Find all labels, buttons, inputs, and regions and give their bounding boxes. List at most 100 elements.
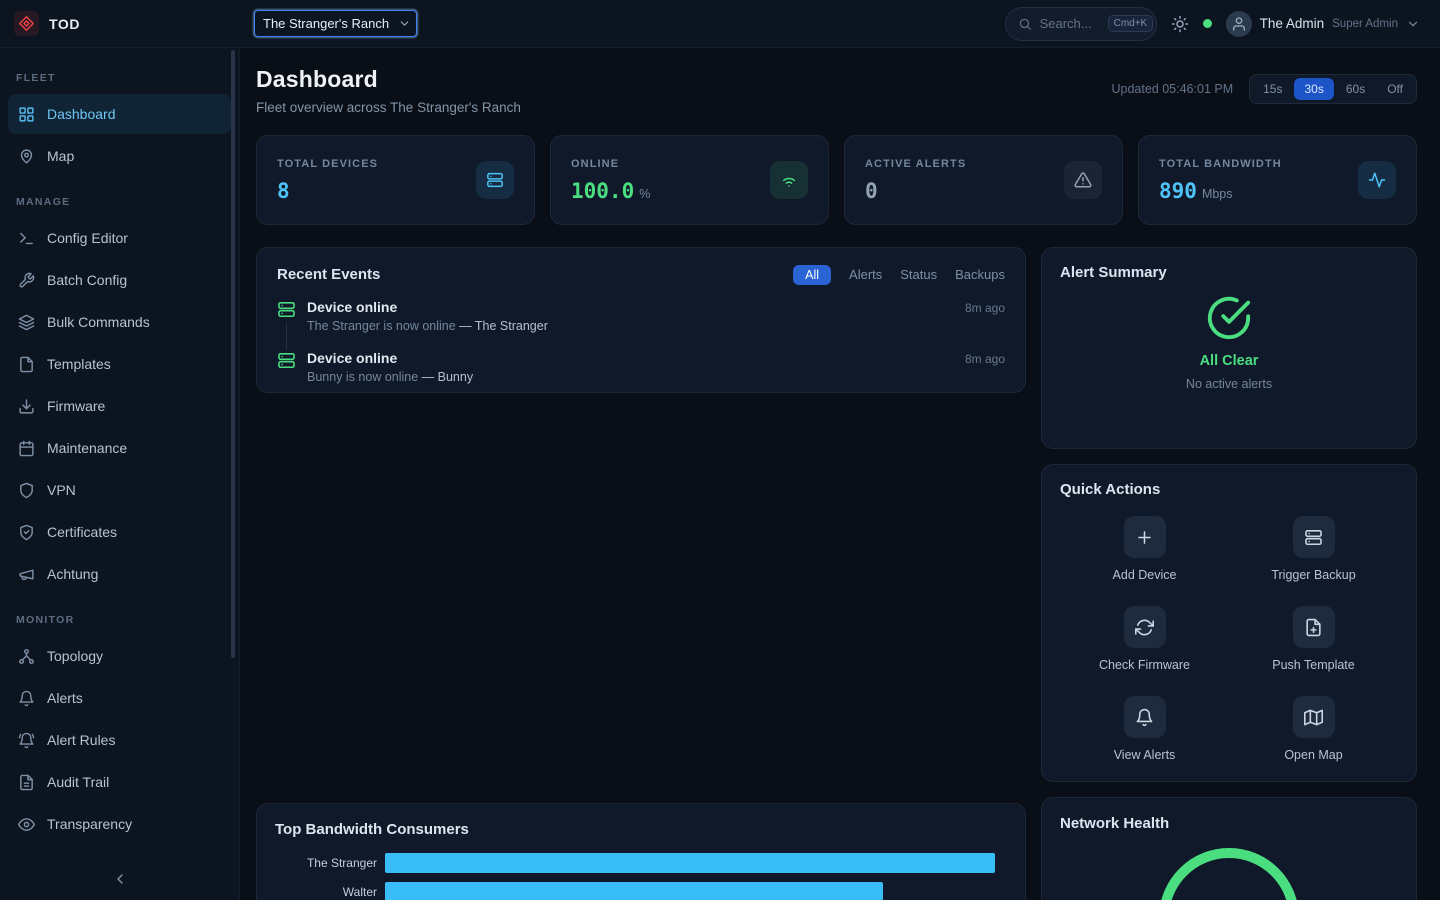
quick-action-push-template[interactable]: Push Template — [1229, 606, 1398, 672]
sidebar-item-alerts[interactable]: Alerts — [8, 678, 231, 718]
refresh-option-30s[interactable]: 30s — [1294, 78, 1333, 100]
sidebar-item-label: VPN — [47, 482, 76, 498]
bandwidth-bar — [385, 882, 883, 900]
chevron-down-icon — [1406, 17, 1420, 31]
stat-value: 890 — [1159, 179, 1197, 203]
refresh-option-15s[interactable]: 15s — [1253, 78, 1292, 100]
bandwidth-row: The Stranger — [275, 853, 1007, 873]
sidebar-item-config-editor[interactable]: Config Editor — [8, 218, 231, 258]
right-column: Alert Summary All Clear No active alerts… — [1041, 247, 1417, 900]
bandwidth-bar — [385, 853, 995, 873]
sidebar-item-audit-trail[interactable]: Audit Trail — [8, 762, 231, 802]
quick-action-view-alerts[interactable]: View Alerts — [1060, 696, 1229, 762]
event-device-name: — Bunny — [422, 370, 473, 384]
stat-icon-box — [476, 161, 514, 199]
sidebar-nav: FLEETDashboardMapMANAGEConfig EditorBatc… — [0, 54, 239, 844]
stat-value-row: 100.0% — [571, 179, 650, 203]
stat-label: TOTAL BANDWIDTH — [1159, 158, 1282, 170]
bell-icon — [18, 690, 35, 707]
sidebar-item-templates[interactable]: Templates — [8, 344, 231, 384]
event-filter-backups[interactable]: Backups — [955, 264, 1005, 285]
network-icon — [18, 648, 35, 665]
event-filter-status[interactable]: Status — [900, 264, 937, 285]
sidebar-item-label: Topology — [47, 648, 103, 664]
sidebar-item-label: Dashboard — [47, 106, 116, 122]
alert-status-text: All Clear — [1200, 353, 1259, 369]
event-filter-all[interactable]: All — [793, 265, 831, 285]
app-shell: FLEETDashboardMapMANAGEConfig EditorBatc… — [0, 48, 1440, 900]
sidebar-scrollbar[interactable] — [231, 50, 235, 658]
sidebar-item-achtung[interactable]: Achtung — [8, 554, 231, 594]
stat-icon-box — [770, 161, 808, 199]
sidebar-collapse-button[interactable] — [8, 862, 231, 896]
quick-action-open-map[interactable]: Open Map — [1229, 696, 1398, 762]
updated-timestamp: Updated 05:46:01 PM — [1112, 82, 1234, 96]
user-role: Super Admin — [1332, 18, 1398, 30]
stat-icon-box — [1358, 161, 1396, 199]
sidebar-item-label: Alert Rules — [47, 732, 115, 748]
sidebar-item-batch-config[interactable]: Batch Config — [8, 260, 231, 300]
sidebar-section-monitor: MONITOR — [0, 596, 239, 634]
sidebar-item-bulk-commands[interactable]: Bulk Commands — [8, 302, 231, 342]
stat-value: 100.0 — [571, 179, 634, 203]
network-health-gauge: 100 — [1159, 848, 1299, 900]
events-list: Device online8m ago The Stranger is now o… — [277, 299, 1005, 384]
stat-card-online: ONLINE 100.0% — [550, 135, 829, 225]
file-icon — [18, 356, 35, 373]
sidebar-item-label: Maintenance — [47, 440, 127, 456]
theme-toggle-button[interactable] — [1171, 15, 1189, 33]
sidebar-section-fleet: FLEET — [0, 54, 239, 92]
sidebar-item-label: Firmware — [47, 398, 105, 414]
map-icon — [1304, 708, 1323, 727]
quick-action-trigger-backup[interactable]: Trigger Backup — [1229, 516, 1398, 582]
event-description: The Stranger is now online — The Strange… — [307, 319, 1005, 333]
plus-icon — [1135, 528, 1154, 547]
stat-value-row: 0 — [865, 179, 966, 203]
search-box[interactable]: Cmd+K — [1005, 7, 1157, 41]
online-status-dot — [1203, 19, 1212, 28]
refresh-option-60s[interactable]: 60s — [1336, 78, 1375, 100]
fleet-selector[interactable]: The Stranger's Ranch — [254, 10, 417, 37]
activity-icon — [1368, 171, 1386, 189]
event-description-text: The Stranger is now online — [307, 319, 459, 333]
event-filters: All Alerts Status Backups — [793, 264, 1005, 285]
event-top: Device online8m ago — [307, 299, 1005, 315]
stat-text: ACTIVE ALERTS0 — [865, 158, 966, 203]
sidebar-item-maintenance[interactable]: Maintenance — [8, 428, 231, 468]
refresh-option-off[interactable]: Off — [1377, 78, 1413, 100]
stat-card-total-bandwidth: TOTAL BANDWIDTH890Mbps — [1138, 135, 1417, 225]
quick-actions-grid: Add Device Trigger Backup Check FirmwarePu… — [1060, 516, 1398, 762]
bandwidth-device-label: Walter — [275, 885, 385, 899]
event-filter-alerts[interactable]: Alerts — [849, 264, 882, 285]
event-top: Device online8m ago — [307, 350, 1005, 366]
recent-events-title: Recent Events — [277, 266, 380, 283]
sidebar-item-firmware[interactable]: Firmware — [8, 386, 231, 426]
sidebar-item-transparency[interactable]: Transparency — [8, 804, 231, 844]
warning-icon — [1074, 171, 1092, 189]
bandwidth-card: Top Bandwidth Consumers The StrangerWalt… — [256, 803, 1026, 900]
sun-icon — [1171, 15, 1189, 33]
terminal-icon — [18, 230, 35, 247]
sidebar-item-vpn[interactable]: VPN — [8, 470, 231, 510]
sidebar-item-dashboard[interactable]: Dashboard — [8, 94, 231, 134]
stat-unit: % — [639, 187, 650, 201]
sidebar-item-map[interactable]: Map — [8, 136, 231, 176]
quick-action-check-firmware[interactable]: Check Firmware — [1060, 606, 1229, 672]
user-name: The Admin — [1260, 16, 1325, 31]
search-input[interactable] — [1040, 16, 1100, 31]
sidebar-item-label: Bulk Commands — [47, 314, 150, 330]
quick-action-label: View Alerts — [1114, 748, 1176, 762]
sidebar-item-certificates[interactable]: Certificates — [8, 512, 231, 552]
sidebar-item-alert-rules[interactable]: Alert Rules — [8, 720, 231, 760]
chevron-left-icon — [112, 871, 128, 887]
event-title: Device online — [307, 350, 397, 366]
quick-action-tile — [1124, 516, 1166, 558]
network-health-title: Network Health — [1060, 815, 1398, 832]
sidebar-item-topology[interactable]: Topology — [8, 636, 231, 676]
quick-action-add-device[interactable]: Add Device — [1060, 516, 1229, 582]
stat-label: ONLINE — [571, 158, 650, 170]
event-description: Bunny is now online — Bunny — [307, 370, 1005, 384]
user-menu[interactable]: The Admin Super Admin — [1226, 11, 1420, 37]
quick-action-label: Trigger Backup — [1271, 568, 1355, 582]
file-text-icon — [18, 774, 35, 791]
